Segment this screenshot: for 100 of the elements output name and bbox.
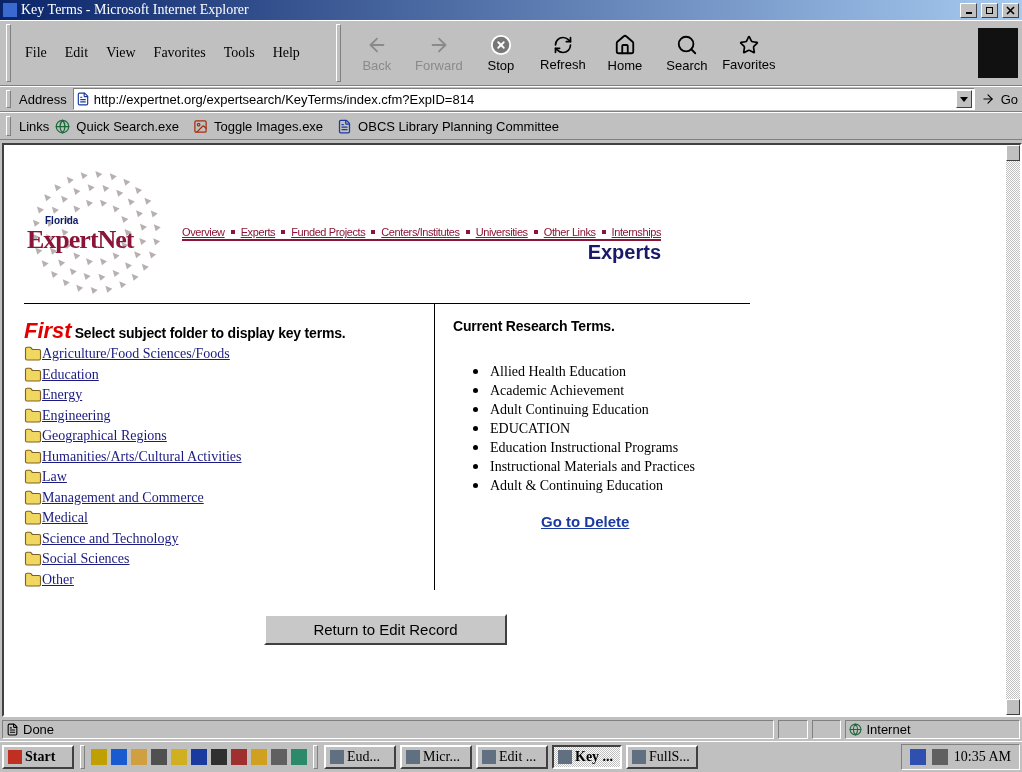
link-item[interactable]: Toggle Images.exe: [213, 118, 324, 134]
toolbar-button[interactable]: Home: [596, 33, 653, 73]
maximize-icon: [985, 5, 994, 15]
link-item[interactable]: OBCS Library Planning Committee: [358, 118, 559, 134]
nav-link[interactable]: Other Links: [543, 226, 596, 238]
status-text: Done: [23, 721, 55, 737]
terms-heading: Current Research Terms.: [453, 318, 615, 334]
folder-link[interactable]: Science and Technology: [42, 530, 179, 547]
bullet-icon: [473, 445, 478, 450]
bullet-icon: [473, 426, 478, 431]
stop-icon: [489, 33, 512, 56]
scroll-down-button[interactable]: [1006, 699, 1020, 715]
nav-separator: [371, 230, 376, 234]
image-icon: [192, 118, 208, 134]
page-icon: [6, 722, 19, 736]
start-button[interactable]: Start: [2, 745, 74, 769]
refresh-icon: [552, 34, 573, 55]
folder-link[interactable]: Engineering: [42, 407, 111, 424]
folder-icon: [24, 509, 42, 528]
folder-link[interactable]: Energy: [42, 387, 83, 404]
folder-link[interactable]: Medical: [42, 510, 88, 527]
folder-icon: [24, 386, 42, 405]
bullet-icon: [473, 407, 478, 412]
research-term: Adult Continuing Education: [490, 401, 649, 419]
folder-link[interactable]: Other: [42, 571, 74, 588]
address-label: Address: [19, 91, 67, 107]
bullet-icon: [473, 369, 478, 374]
taskbar-button[interactable]: FullS...: [626, 745, 698, 769]
taskbar-button[interactable]: Micr...: [400, 745, 472, 769]
folder-link[interactable]: Agriculture/Food Sciences/Foods: [42, 346, 230, 363]
folder-link[interactable]: Law: [42, 469, 67, 486]
window-title: Key Terms - Microsoft Internet Explorer: [21, 2, 250, 18]
section-title: Experts: [587, 241, 661, 264]
menu-item[interactable]: Help: [266, 45, 306, 61]
search-icon: [675, 33, 698, 56]
address-field[interactable]: http://expertnet.org/expertsearch/KeyTerms/index.cfm?ExpID=814: [72, 88, 975, 110]
maximize-button[interactable]: [981, 2, 998, 18]
toolbar-button[interactable]: Refresh: [534, 34, 591, 72]
clock: 10:35 AM: [953, 749, 1011, 765]
toolbar-button[interactable]: Search: [658, 33, 715, 73]
nav-link[interactable]: Internships: [611, 226, 661, 238]
bullet-icon: [473, 388, 478, 393]
bullet-icon: [473, 464, 478, 469]
dropdown-button[interactable]: [955, 90, 972, 108]
folder-link[interactable]: Social Sciences: [42, 551, 130, 568]
status-pane: [778, 719, 808, 739]
menu-item[interactable]: Tools: [217, 45, 261, 61]
scroll-up-button[interactable]: [1006, 145, 1020, 161]
folder-icon: [24, 529, 42, 548]
links-label: Links: [19, 118, 50, 134]
delete-link[interactable]: Go to Delete: [541, 513, 695, 530]
close-icon: [1006, 5, 1015, 15]
page-icon: [337, 118, 353, 134]
minimize-icon: [965, 12, 972, 14]
menu-item[interactable]: View: [100, 45, 142, 61]
bullet-icon: [473, 483, 478, 488]
instruction-heading: Select subject folder to display key terms.: [74, 325, 346, 341]
folder-icon: [24, 550, 42, 569]
folder-link[interactable]: Humanities/Arts/Cultural Activities: [42, 448, 242, 465]
toolbar-button[interactable]: Favorites: [720, 34, 777, 72]
go-button[interactable]: Go: [1000, 91, 1018, 107]
go-arrow-icon: [980, 92, 995, 106]
nav-separator: [533, 230, 538, 234]
folder-icon: [24, 468, 42, 487]
taskbar-button[interactable]: Key ...: [552, 745, 622, 769]
close-button[interactable]: [1002, 2, 1019, 18]
globe-icon: [849, 722, 863, 736]
star-icon: [738, 34, 759, 55]
nav-link[interactable]: Experts: [240, 226, 276, 238]
research-term: Academic Achievement: [490, 382, 625, 400]
nav-link[interactable]: Funded Projects: [291, 226, 366, 238]
page-icon: [75, 92, 90, 106]
zone-text: Internet: [866, 721, 911, 737]
nav-link[interactable]: Universities: [475, 226, 528, 238]
folder-icon: [24, 447, 42, 466]
taskbar-button[interactable]: Edit ...: [476, 745, 548, 769]
research-term: Allied Health Education: [490, 363, 627, 381]
menu-item[interactable]: Favorites: [147, 45, 212, 61]
logo-caption: Florida: [45, 216, 80, 226]
folder-icon: [24, 365, 42, 384]
nav-link[interactable]: Centers/Institutes: [381, 226, 460, 238]
toolbar-button[interactable]: Stop: [472, 33, 529, 73]
research-term: Education Instructional Programs: [490, 439, 679, 457]
logo-wordmark: ExpertNet: [27, 226, 134, 254]
folder-link[interactable]: Education: [42, 366, 99, 383]
link-item[interactable]: Quick Search.exe: [76, 118, 179, 134]
home-icon: [613, 33, 636, 56]
research-term: EDUCATION: [490, 420, 571, 438]
nav-link[interactable]: Overview: [182, 226, 225, 238]
taskbar-button[interactable]: Eud...: [324, 745, 396, 769]
menu-item[interactable]: Edit: [58, 45, 95, 61]
folder-icon: [24, 427, 42, 446]
folder-link[interactable]: Geographical Regions: [42, 428, 167, 445]
minimize-button[interactable]: [960, 2, 977, 18]
status-pane: [811, 719, 842, 739]
nav-separator: [601, 230, 606, 234]
folder-link[interactable]: Management and Commerce: [42, 489, 204, 506]
menu-item[interactable]: File: [19, 45, 53, 61]
research-term: Instructional Materials and Practices: [490, 458, 695, 476]
return-button[interactable]: Return to Edit Record: [264, 614, 507, 645]
